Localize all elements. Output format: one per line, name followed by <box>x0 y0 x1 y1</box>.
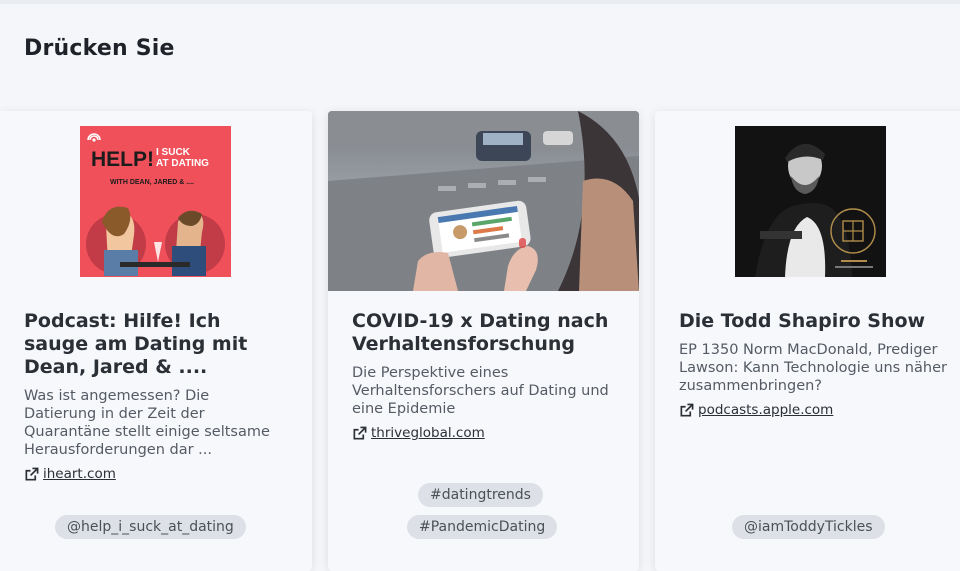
podcast-cover-image: HELP! I SUCK AT DATING WITH DEAN, JARED … <box>80 126 231 277</box>
cover-suck-text: I SUCK <box>156 147 190 158</box>
tag[interactable]: @iamToddyTickles <box>732 515 885 539</box>
press-card[interactable]: Die Todd Shapiro Show EP 1350 Norm MacDo… <box>655 111 960 571</box>
article-photo <box>328 111 639 291</box>
card-description: EP 1350 Norm MacDonald, Prediger Lawson:… <box>679 342 947 394</box>
external-link-icon <box>25 467 39 480</box>
external-link-icon <box>680 403 694 416</box>
source-link[interactable]: thriveglobal.com <box>352 425 485 441</box>
tag[interactable]: #datingtrends <box>418 483 543 507</box>
card-description: Die Perspektive eines Verhaltensforscher… <box>352 365 609 417</box>
source-domain[interactable]: iheart.com <box>43 466 116 482</box>
press-card[interactable]: HELP! I SUCK AT DATING WITH DEAN, JARED … <box>0 111 312 571</box>
tag[interactable]: #PandemicDating <box>407 515 558 539</box>
source-domain[interactable]: thriveglobal.com <box>371 425 485 441</box>
external-link-icon <box>353 426 367 439</box>
section-title: Drücken Sie <box>24 36 175 61</box>
cover-subtitle: WITH DEAN, JARED & .... <box>110 179 195 186</box>
cover-help-text: HELP! <box>91 148 154 171</box>
source-link[interactable]: podcasts.apple.com <box>679 402 833 418</box>
card-description: Was ist angemessen? Die Datierung in der… <box>24 388 270 458</box>
cover-dating-text: AT DATING <box>156 158 209 169</box>
source-domain[interactable]: podcasts.apple.com <box>698 402 833 418</box>
tag[interactable]: @help_i_suck_at_dating <box>55 515 246 539</box>
card-title[interactable]: Podcast: Hilfe! Ich sauge am Dating mit … <box>24 310 290 379</box>
podcast-host-photo <box>735 126 886 277</box>
card-title[interactable]: Die Todd Shapiro Show <box>679 310 953 333</box>
source-link[interactable]: iheart.com <box>24 466 116 482</box>
press-card[interactable]: COVID-19 x Dating nach Verhaltensforschu… <box>328 111 639 571</box>
top-bar <box>0 0 960 4</box>
card-title[interactable]: COVID-19 x Dating nach Verhaltensforschu… <box>352 310 617 356</box>
